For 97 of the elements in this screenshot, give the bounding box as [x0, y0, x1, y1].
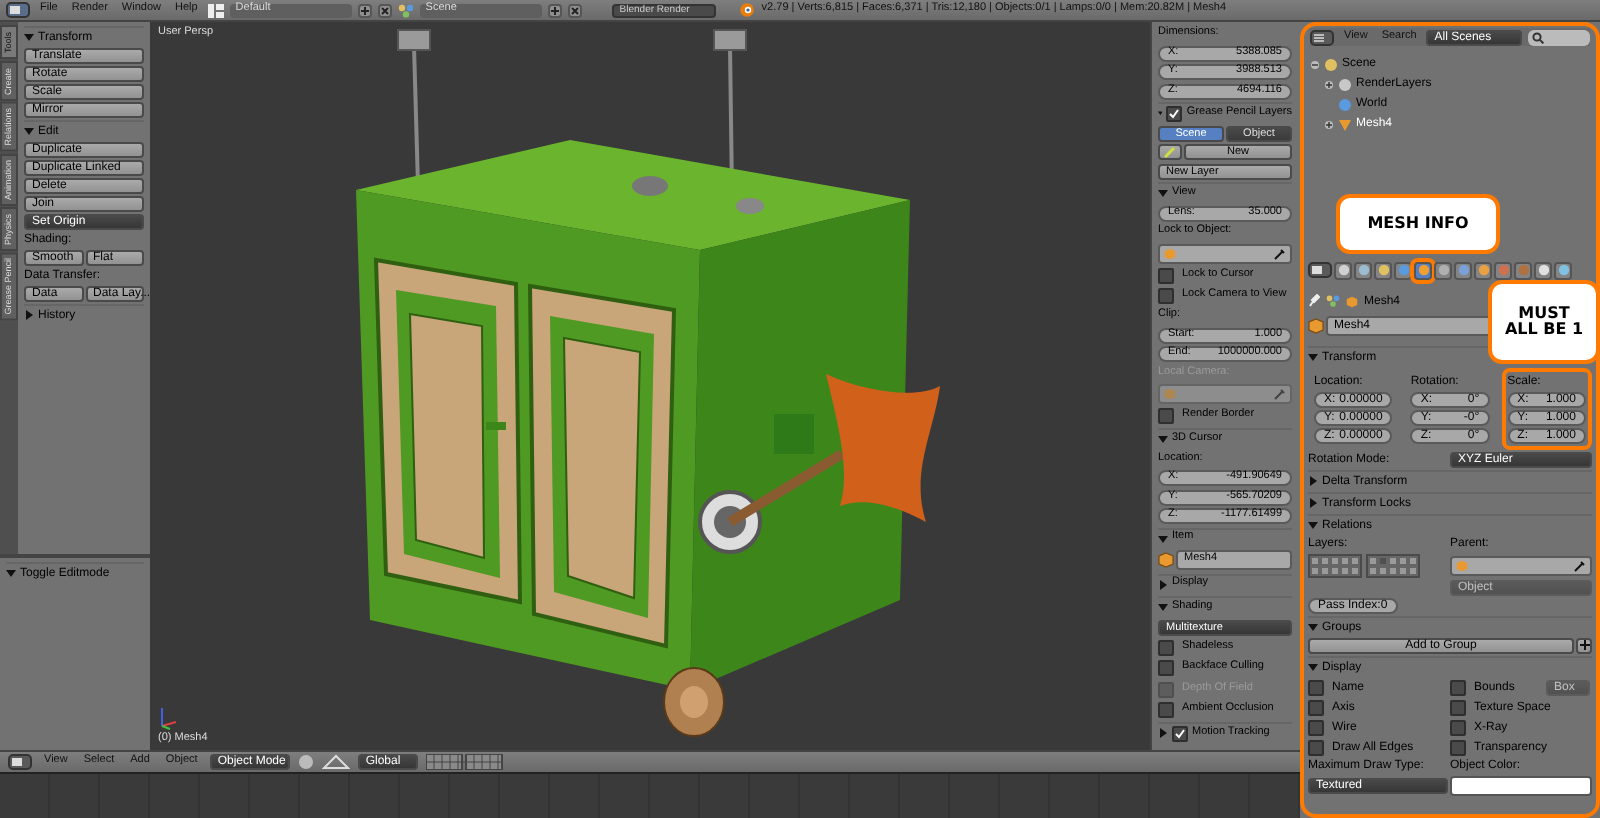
expand-icon[interactable]	[1324, 79, 1334, 89]
cube-icon	[1164, 388, 1176, 400]
caret-icon	[1158, 188, 1168, 198]
caret-icon	[24, 32, 34, 42]
caret-icon	[1158, 434, 1168, 444]
checkbox[interactable]	[1172, 725, 1188, 741]
properties-tab[interactable]	[1474, 261, 1492, 279]
checkbox[interactable]	[1450, 719, 1466, 735]
layer-toggle[interactable]	[1398, 566, 1408, 576]
cube-icon[interactable]	[1308, 318, 1324, 334]
layer-toggle[interactable]	[1388, 556, 1398, 566]
caret-icon	[1158, 602, 1168, 612]
checkbox[interactable]	[1450, 739, 1466, 755]
layer-toggle[interactable]	[1408, 556, 1418, 566]
layer-toggle[interactable]	[1340, 556, 1350, 566]
caret-icon	[1308, 498, 1318, 508]
checkbox[interactable]	[1308, 699, 1324, 715]
checkbox[interactable]	[1158, 639, 1174, 655]
layer-toggle[interactable]	[1350, 566, 1360, 576]
layer-toggle[interactable]	[1340, 566, 1350, 576]
properties-tab[interactable]	[1334, 261, 1352, 279]
object-field[interactable]	[1450, 556, 1592, 576]
checkbox[interactable]	[1450, 679, 1466, 695]
caret-icon	[1308, 662, 1318, 672]
triangle-icon	[1338, 117, 1352, 131]
axis-gizmo-icon	[158, 705, 178, 729]
caret-icon	[1308, 520, 1318, 530]
eyedropper-icon[interactable]	[1574, 560, 1586, 572]
layer-toggle[interactable]	[1350, 556, 1360, 566]
add-button[interactable]	[547, 3, 562, 17]
checkbox[interactable]	[1158, 660, 1174, 676]
layer-toggle[interactable]	[1310, 556, 1320, 566]
cube-icon	[1456, 560, 1468, 572]
properties-tab[interactable]	[1414, 261, 1432, 279]
cube-icon	[1346, 295, 1358, 307]
caret-icon	[24, 310, 34, 320]
editor-type-icon[interactable]	[1308, 262, 1332, 278]
layer-grid-icon[interactable]	[425, 754, 506, 770]
layer-toggle[interactable]	[1330, 556, 1340, 566]
layer-toggle[interactable]	[1320, 566, 1330, 576]
layer-toggle[interactable]	[1330, 566, 1340, 576]
search-icon	[1532, 31, 1545, 43]
caret-icon	[1158, 533, 1168, 543]
expand-icon[interactable]	[1324, 119, 1334, 129]
layer-toggle[interactable]	[1320, 556, 1330, 566]
editor-type-icon[interactable]	[8, 754, 32, 770]
note-tooltip: MUST ALL BE 1	[1488, 280, 1600, 364]
close-button[interactable]	[567, 3, 582, 17]
sphere-icon[interactable]	[297, 754, 314, 770]
properties-tab[interactable]	[1434, 261, 1452, 279]
checkbox[interactable]	[1308, 739, 1324, 755]
caret-icon	[6, 568, 16, 578]
caret-icon	[1308, 352, 1318, 362]
caret-icon	[24, 126, 34, 136]
add-button[interactable]	[1576, 638, 1592, 654]
checkbox[interactable]	[1308, 719, 1324, 735]
properties-tab[interactable]	[1534, 261, 1552, 279]
editor-type-icon[interactable]	[6, 2, 30, 18]
checkbox[interactable]	[1158, 267, 1174, 283]
checkbox[interactable]	[1308, 679, 1324, 695]
caret-icon	[1308, 476, 1318, 486]
color-swatch[interactable]	[1450, 776, 1592, 796]
checkbox[interactable]	[1158, 288, 1174, 304]
properties-tab[interactable]	[1454, 261, 1472, 279]
caret-icon	[1158, 579, 1168, 589]
properties-tab[interactable]	[1394, 261, 1412, 279]
properties-tab[interactable]	[1354, 261, 1372, 279]
note-tooltip: MESH INFO	[1336, 194, 1500, 254]
layer-toggle[interactable]	[1388, 566, 1398, 576]
pin-icon[interactable]	[1308, 294, 1320, 308]
caret-icon	[1308, 622, 1318, 632]
layer-toggle[interactable]	[1378, 556, 1388, 566]
caret-icon	[1158, 728, 1168, 738]
checkbox[interactable]	[1166, 105, 1183, 121]
eyedropper-icon[interactable]	[1274, 247, 1286, 259]
expand-icon[interactable]	[1310, 59, 1320, 69]
logo-icon	[737, 2, 756, 18]
layer-toggle[interactable]	[1408, 566, 1418, 576]
object-field[interactable]	[1158, 243, 1292, 263]
layer-toggle[interactable]	[1398, 556, 1408, 566]
add-button[interactable]	[357, 3, 372, 17]
editor-type-icon[interactable]	[1310, 29, 1334, 45]
layer-toggle[interactable]	[1368, 566, 1378, 576]
layer-toggle[interactable]	[1310, 566, 1320, 576]
checkbox[interactable]	[1158, 408, 1174, 424]
pencil-button[interactable]	[1158, 144, 1182, 160]
layer-toggle[interactable]	[1368, 556, 1378, 566]
properties-tab[interactable]	[1554, 261, 1572, 279]
layout-icon[interactable]	[207, 3, 224, 17]
properties-tab[interactable]	[1374, 261, 1392, 279]
layer-toggle[interactable]	[1378, 566, 1388, 576]
cube-icon	[1164, 247, 1176, 259]
cube-icon[interactable]	[1158, 552, 1174, 568]
checkbox[interactable]	[1158, 702, 1174, 718]
search-field[interactable]	[1528, 29, 1590, 45]
checkbox[interactable]	[1450, 699, 1466, 715]
close-button[interactable]	[377, 3, 392, 17]
